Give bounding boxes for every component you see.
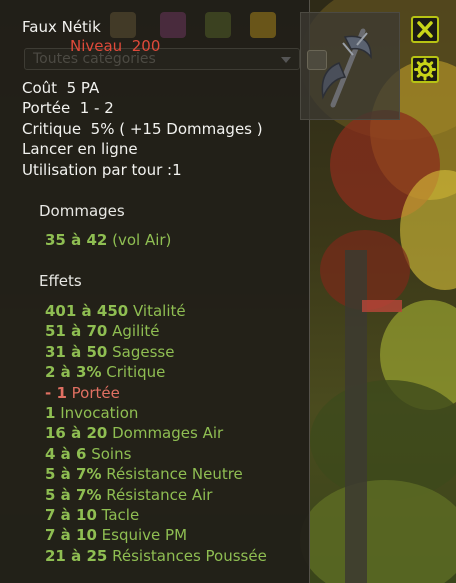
effect-value: 5 à 7% bbox=[45, 465, 102, 484]
stat-uses-per-turn: Utilisation par tour :1 bbox=[22, 161, 182, 179]
effect-label: Tacle bbox=[101, 506, 140, 524]
effect-line: 4 à 6 Soins bbox=[45, 445, 131, 463]
level-label: Niveau bbox=[70, 37, 123, 55]
effect-line: 16 à 20 Dommages Air bbox=[45, 424, 223, 442]
effect-line: 51 à 70 Agilité bbox=[45, 322, 160, 340]
stat-cost: Coût 5 PA bbox=[22, 79, 100, 97]
stat-linear-cast: Lancer en ligne bbox=[22, 140, 138, 158]
stat-critical: Critique 5% ( +15 Dommages ) bbox=[22, 120, 263, 138]
effect-label: Sagesse bbox=[112, 342, 175, 361]
effect-value: 51 à 70 bbox=[45, 322, 108, 341]
effect-line: 1 Invocation bbox=[45, 404, 138, 422]
effect-line: 401 à 450 Vitalité bbox=[45, 302, 186, 320]
effect-label: Dommages Air bbox=[112, 424, 224, 443]
effect-line: - 1 Portée bbox=[45, 384, 120, 402]
effect-line: 7 à 10 Esquive PM bbox=[45, 526, 187, 544]
effect-label: Résistance Air bbox=[106, 485, 213, 504]
item-tooltip-panel: Toutes catégories Faux Nétik Niveau 200 … bbox=[0, 0, 400, 583]
effect-label: Portée bbox=[71, 383, 120, 402]
effect-line: 31 à 50 Sagesse bbox=[45, 343, 174, 361]
effect-line: 5 à 7% Résistance Air bbox=[45, 486, 212, 504]
item-level: Niveau 200 bbox=[70, 37, 160, 55]
effect-label: Esquive PM bbox=[101, 526, 188, 545]
tab-weapons[interactable] bbox=[110, 12, 136, 38]
item-type-icon bbox=[307, 50, 327, 70]
effect-line: 21 à 25 Résistances Poussée bbox=[45, 547, 267, 565]
effects-section-title: Effets bbox=[39, 272, 82, 290]
item-name: Faux Nétik bbox=[22, 18, 101, 36]
effect-line: 2 à 3% Critique bbox=[45, 363, 165, 381]
effect-value: - 1 bbox=[45, 383, 67, 402]
effect-line: 5 à 7% Résistance Neutre bbox=[45, 465, 243, 483]
category-select[interactable]: Toutes catégories bbox=[24, 48, 300, 70]
effect-value: 2 à 3% bbox=[45, 363, 102, 382]
tab-consumables[interactable] bbox=[160, 12, 186, 38]
gear-icon bbox=[414, 58, 436, 81]
tab-equipment[interactable] bbox=[250, 12, 276, 38]
effect-label: Résistances Poussée bbox=[112, 546, 267, 565]
level-value: 200 bbox=[131, 37, 161, 55]
damage-line: 35 à 42 (vol Air) bbox=[45, 231, 172, 249]
effect-label: Vitalité bbox=[132, 302, 186, 320]
close-button[interactable] bbox=[411, 16, 439, 43]
effect-value: 21 à 25 bbox=[45, 546, 108, 565]
effect-value: 5 à 7% bbox=[45, 485, 102, 504]
effect-label: Résistance Neutre bbox=[106, 465, 243, 484]
effect-line: 7 à 10 Tacle bbox=[45, 506, 139, 524]
effect-value: 31 à 50 bbox=[45, 342, 108, 361]
effect-label: Soins bbox=[91, 444, 132, 463]
settings-button[interactable] bbox=[411, 56, 439, 83]
effect-label: Invocation bbox=[60, 404, 139, 422]
close-icon bbox=[417, 21, 433, 38]
chevron-down-icon bbox=[281, 57, 291, 63]
effect-value: 4 à 6 bbox=[45, 444, 87, 463]
effect-value: 7 à 10 bbox=[45, 526, 97, 545]
effect-label: Critique bbox=[106, 363, 166, 382]
effect-value: 401 à 450 bbox=[45, 302, 129, 320]
effect-value: 16 à 20 bbox=[45, 424, 108, 443]
effect-value: 1 bbox=[45, 404, 56, 422]
tab-resources[interactable] bbox=[205, 12, 231, 38]
damage-section-title: Dommages bbox=[39, 202, 125, 220]
effect-label: Agilité bbox=[112, 322, 160, 341]
stat-range: Portée 1 - 2 bbox=[22, 99, 114, 117]
effect-value: 7 à 10 bbox=[45, 506, 97, 524]
